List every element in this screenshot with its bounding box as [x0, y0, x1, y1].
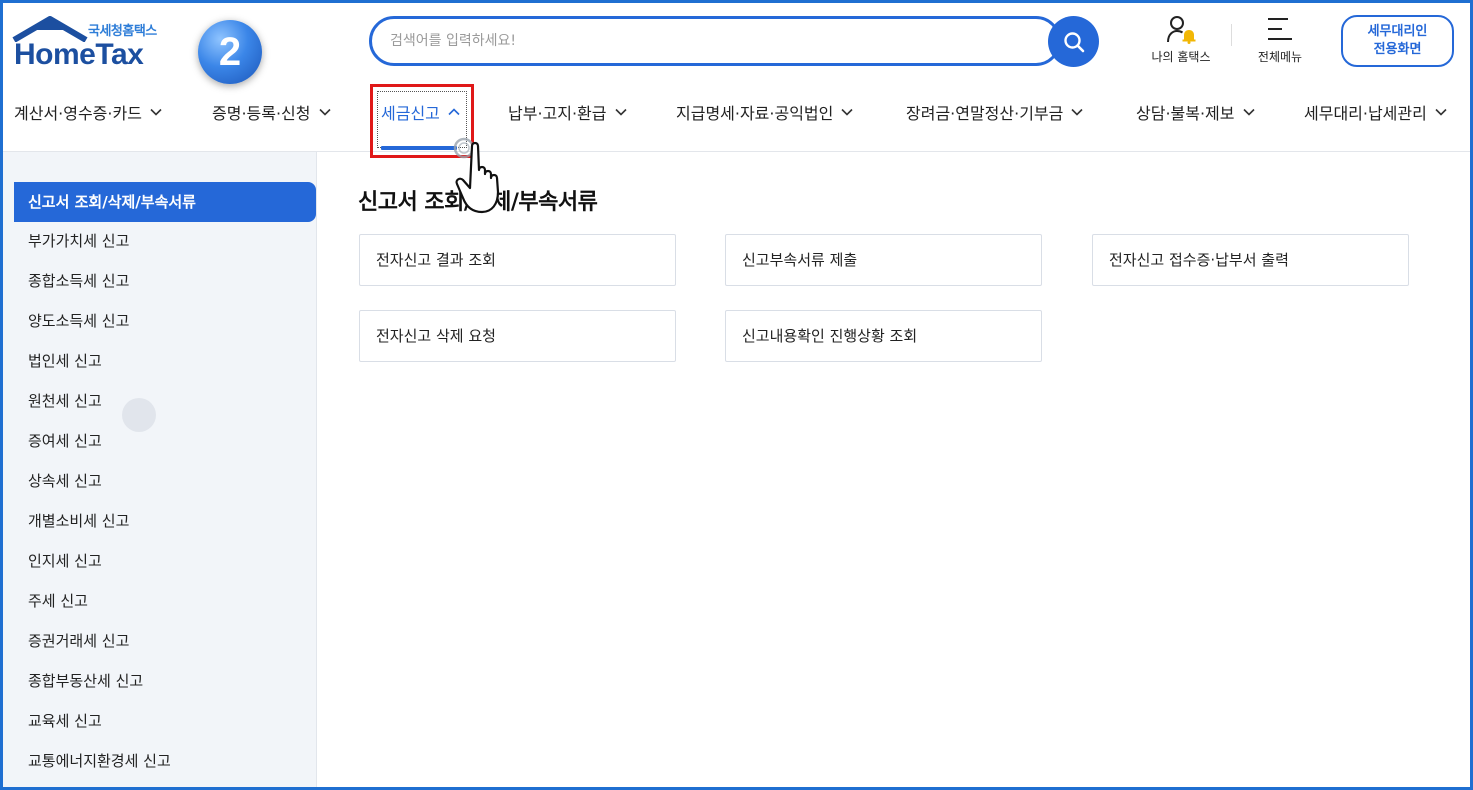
sidebar-list: 부가가치세 신고 종합소득세 신고 양도소득세 신고 법인세 신고 원천세 신고… — [28, 230, 171, 790]
click-ripple — [122, 398, 156, 432]
card-efiling-result[interactable]: 전자신고 결과 조회 — [359, 234, 676, 286]
card-review-status[interactable]: 신고내용확인 진행상황 조회 — [725, 310, 1042, 362]
step-number-badge: 2 — [198, 20, 262, 84]
sidebar-item-stamp[interactable]: 인지세 신고 — [28, 550, 171, 590]
logo-title: HomeTax — [14, 38, 144, 71]
gnb-label: 납부·고지·환급 — [508, 104, 607, 123]
sidebar-item-inheritance[interactable]: 상속세 신고 — [28, 470, 171, 510]
chevron-down-icon — [1242, 108, 1255, 116]
sidebar-item-active[interactable]: 신고서 조회/삭제/부속서류 — [14, 182, 316, 222]
sidebar-item-liquor[interactable]: 주세 신고 — [28, 590, 171, 630]
search-box — [369, 16, 1061, 66]
card-submit-attachments[interactable]: 신고부속서류 제출 — [725, 234, 1042, 286]
chevron-down-icon — [841, 108, 853, 116]
sidebar-item-transport[interactable]: 교통에너지환경세 신고 — [28, 750, 171, 790]
agent-button-line2: 전용화면 — [1373, 42, 1422, 57]
sidebar-item-property[interactable]: 종합부동산세 신고 — [28, 670, 171, 710]
sidebar-item-gift[interactable]: 증여세 신고 — [28, 430, 171, 470]
search-icon — [1063, 31, 1084, 52]
gnb-item-invoices[interactable]: 계산서·영수증·카드 — [14, 100, 162, 124]
card-delete-request[interactable]: 전자신고 삭제 요청 — [359, 310, 676, 362]
search-input[interactable] — [390, 29, 1030, 53]
sidebar-item-education[interactable]: 교육세 신고 — [28, 710, 171, 750]
agent-button-line1: 세무대리인 — [1367, 24, 1428, 39]
pointer-hand-icon — [453, 137, 500, 214]
sidebar-item-excise[interactable]: 개별소비세 신고 — [28, 510, 171, 550]
gnb-label: 세무대리·납세관리 — [1304, 104, 1427, 123]
gnb-item-consulting[interactable]: 상담·불복·제보 — [1136, 100, 1255, 124]
user-bell-icon — [1167, 16, 1196, 44]
gnb-item-statements[interactable]: 지급명세·자료·공익법인 — [676, 100, 853, 124]
logo-subtitle: 국세청홈택스 — [88, 24, 157, 39]
sidebar-item-income-tax[interactable]: 종합소득세 신고 — [28, 270, 171, 310]
utility-divider — [1231, 24, 1232, 46]
chevron-down-icon — [1071, 108, 1083, 116]
my-hometax-label: 나의 홈택스 — [1151, 50, 1211, 64]
tax-agent-screen-button[interactable]: 세무대리인 전용화면 — [1341, 15, 1454, 67]
gnb-item-certificates[interactable]: 증명·등록·신청 — [212, 100, 331, 124]
sidebar-item-securities[interactable]: 증권거래세 신고 — [28, 630, 171, 670]
gnb-label: 계산서·영수증·카드 — [14, 104, 142, 123]
gnb-label: 장려금·연말정산·기부금 — [906, 104, 1064, 123]
sidebar: 신고서 조회/삭제/부속서류 부가가치세 신고 종합소득세 신고 양도소득세 신… — [0, 152, 317, 790]
chevron-down-icon — [1435, 108, 1447, 116]
sidebar-item-capital-gains[interactable]: 양도소득세 신고 — [28, 310, 171, 350]
all-menu-button[interactable]: 전체메뉴 — [1250, 14, 1310, 65]
card-print-receipt[interactable]: 전자신고 접수증·납부서 출력 — [1092, 234, 1409, 286]
gnb-label: 상담·불복·제보 — [1136, 104, 1235, 123]
all-menu-label: 전체메뉴 — [1257, 50, 1303, 64]
hamburger-menu-icon — [1268, 18, 1292, 40]
gnb-item-tax-agent[interactable]: 세무대리·납세관리 — [1304, 100, 1447, 124]
chevron-down-icon — [318, 108, 331, 116]
main-navigation: 계산서·영수증·카드 증명·등록·신청 세금신고 납부·고지·환급 지급명세·자… — [0, 86, 1473, 152]
header: 국세청홈택스 HomeTax 2 나의 홈택스 전체메뉴 세무대리인 전 — [0, 0, 1473, 84]
search-button[interactable] — [1048, 16, 1099, 67]
gnb-item-payment[interactable]: 납부·고지·환급 — [508, 100, 627, 124]
hometax-logo[interactable]: 국세청홈택스 HomeTax — [12, 16, 172, 72]
sidebar-item-vat[interactable]: 부가가치세 신고 — [28, 230, 171, 270]
gnb-label: 증명·등록·신청 — [212, 104, 311, 123]
sidebar-item-corporate[interactable]: 법인세 신고 — [28, 350, 171, 390]
chevron-down-icon — [150, 108, 162, 116]
chevron-down-icon — [614, 108, 627, 116]
gnb-label: 지급명세·자료·공익법인 — [676, 104, 834, 123]
gnb-item-incentives[interactable]: 장려금·연말정산·기부금 — [906, 100, 1083, 124]
my-hometax-link[interactable]: 나의 홈택스 — [1146, 14, 1216, 65]
